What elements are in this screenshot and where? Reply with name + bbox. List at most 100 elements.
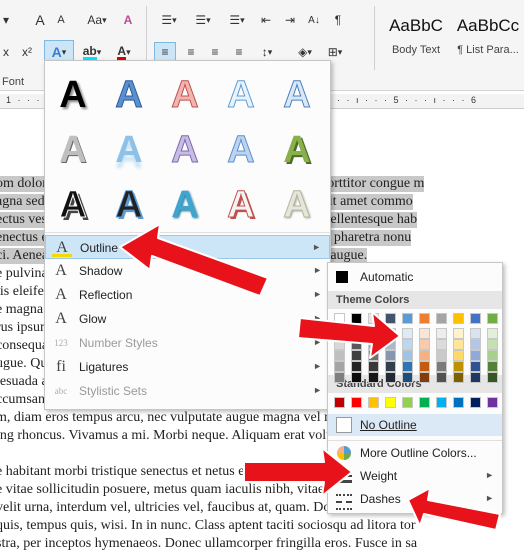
- theme-shade-swatch[interactable]: [487, 372, 498, 383]
- theme-shade-swatch[interactable]: [470, 350, 481, 361]
- standard-color-swatch[interactable]: [470, 397, 481, 408]
- menu-item-stylistic-sets[interactable]: abc Stylistic Sets ►: [45, 379, 330, 403]
- theme-shade-swatch[interactable]: [385, 350, 396, 361]
- bullets-icon[interactable]: ☰ ▾: [156, 10, 182, 30]
- theme-shade-swatch[interactable]: [436, 350, 447, 361]
- align-center-icon[interactable]: ≡: [180, 42, 202, 62]
- text-effect-preset[interactable]: A: [219, 183, 263, 227]
- theme-color-swatch[interactable]: [419, 313, 430, 324]
- shading-icon[interactable]: ◈ ▾: [292, 42, 318, 62]
- theme-color-swatch[interactable]: [385, 313, 396, 324]
- superscript-button[interactable]: x²: [16, 42, 38, 62]
- document-line[interactable]: quis, tempus quis, wisi. In in nunc. Cla…: [0, 518, 416, 534]
- align-right-icon[interactable]: ≡: [204, 42, 226, 62]
- standard-color-swatch[interactable]: [368, 397, 379, 408]
- theme-shade-swatch[interactable]: [351, 372, 362, 383]
- theme-color-swatch[interactable]: [487, 313, 498, 324]
- theme-shade-swatch[interactable]: [453, 328, 464, 339]
- theme-shade-swatch[interactable]: [334, 361, 345, 372]
- theme-color-swatch[interactable]: [368, 313, 379, 324]
- theme-shade-swatch[interactable]: [385, 361, 396, 372]
- weight-option[interactable]: Weight ►: [328, 465, 502, 487]
- theme-color-swatch[interactable]: [402, 313, 413, 324]
- theme-shade-swatch[interactable]: [334, 372, 345, 383]
- align-left-icon[interactable]: ≡: [154, 42, 176, 62]
- menu-item-number-styles[interactable]: 123 Number Styles ►: [45, 331, 330, 355]
- theme-color-swatch[interactable]: [470, 313, 481, 324]
- theme-color-swatch[interactable]: [334, 313, 345, 324]
- theme-shade-swatch[interactable]: [334, 328, 345, 339]
- automatic-option[interactable]: Automatic: [328, 266, 502, 288]
- theme-shade-swatch[interactable]: [351, 350, 362, 361]
- text-effect-preset[interactable]: A: [275, 183, 319, 227]
- theme-shade-swatch[interactable]: [487, 328, 498, 339]
- numbering-icon[interactable]: ☰ ▾: [190, 10, 216, 30]
- theme-shade-swatch[interactable]: [351, 361, 362, 372]
- text-effect-preset[interactable]: A: [219, 128, 263, 172]
- font-name-dropdown-arrow[interactable]: ▾: [0, 10, 12, 30]
- theme-shade-swatch[interactable]: [419, 328, 430, 339]
- theme-shade-swatch[interactable]: [334, 350, 345, 361]
- grow-font-icon[interactable]: A: [30, 10, 50, 30]
- theme-shade-swatch[interactable]: [436, 339, 447, 350]
- text-effect-preset[interactable]: A: [163, 73, 207, 117]
- standard-color-swatch[interactable]: [351, 397, 362, 408]
- show-formatting-icon[interactable]: ¶: [328, 10, 348, 30]
- clear-formatting-icon[interactable]: A: [118, 10, 138, 30]
- theme-shade-swatch[interactable]: [419, 372, 430, 383]
- standard-color-swatch[interactable]: [453, 397, 464, 408]
- theme-shade-swatch[interactable]: [368, 350, 379, 361]
- text-effect-preset[interactable]: A: [275, 128, 319, 172]
- menu-item-ligatures[interactable]: fi Ligatures ►: [45, 355, 330, 379]
- theme-shade-swatch[interactable]: [487, 350, 498, 361]
- text-effect-preset[interactable]: A: [51, 128, 95, 172]
- borders-icon[interactable]: ⊞ ▾: [322, 42, 348, 62]
- line-spacing-icon[interactable]: ↕ ▾: [254, 42, 280, 62]
- text-effect-preset[interactable]: A: [275, 73, 319, 117]
- theme-shade-swatch[interactable]: [402, 361, 413, 372]
- theme-shade-swatch[interactable]: [470, 372, 481, 383]
- text-effect-preset[interactable]: A: [107, 73, 151, 117]
- menu-item-glow[interactable]: A Glow ►: [45, 307, 330, 331]
- style-list-paragraph[interactable]: AaBbCc ¶ List Para...: [454, 8, 522, 66]
- standard-color-swatch[interactable]: [402, 397, 413, 408]
- theme-shade-swatch[interactable]: [368, 361, 379, 372]
- theme-shade-swatch[interactable]: [334, 339, 345, 350]
- multilevel-list-icon[interactable]: ☰ ▾: [224, 10, 250, 30]
- theme-color-swatch[interactable]: [436, 313, 447, 324]
- theme-shade-swatch[interactable]: [368, 328, 379, 339]
- theme-shade-swatch[interactable]: [419, 350, 430, 361]
- text-effect-preset[interactable]: A: [107, 183, 151, 227]
- shrink-font-icon[interactable]: A: [52, 10, 70, 30]
- theme-shade-swatch[interactable]: [385, 339, 396, 350]
- style-body-text[interactable]: AaBbC Body Text: [382, 8, 450, 66]
- standard-color-swatch[interactable]: [419, 397, 430, 408]
- theme-shade-swatch[interactable]: [453, 339, 464, 350]
- document-line[interactable]: stra, per inceptos hymenaeos. Donec ulla…: [0, 536, 417, 552]
- theme-shade-swatch[interactable]: [436, 361, 447, 372]
- menu-item-reflection[interactable]: A Reflection ►: [45, 283, 330, 307]
- text-effect-preset[interactable]: A: [163, 183, 207, 227]
- theme-shade-swatch[interactable]: [385, 328, 396, 339]
- theme-shade-swatch[interactable]: [351, 339, 362, 350]
- standard-color-swatch[interactable]: [436, 397, 447, 408]
- more-outline-colors-option[interactable]: More Outline Colors...: [328, 442, 502, 464]
- standard-color-swatch[interactable]: [334, 397, 345, 408]
- theme-shade-swatch[interactable]: [470, 339, 481, 350]
- theme-shade-swatch[interactable]: [368, 339, 379, 350]
- change-case-button[interactable]: Aa ▾: [80, 10, 114, 30]
- theme-color-swatch[interactable]: [453, 313, 464, 324]
- theme-shade-swatch[interactable]: [402, 328, 413, 339]
- text-effect-preset[interactable]: A: [219, 73, 263, 117]
- text-effect-preset[interactable]: A: [163, 128, 207, 172]
- no-outline-option[interactable]: No Outline: [328, 414, 502, 436]
- theme-shade-swatch[interactable]: [453, 361, 464, 372]
- theme-shade-swatch[interactable]: [436, 328, 447, 339]
- theme-shade-swatch[interactable]: [368, 372, 379, 383]
- theme-color-swatch[interactable]: [351, 313, 362, 324]
- highlight-color-button[interactable]: ab ▾: [78, 42, 106, 62]
- text-effect-preset[interactable]: A: [107, 128, 151, 172]
- standard-color-swatch[interactable]: [487, 397, 498, 408]
- theme-shade-swatch[interactable]: [470, 361, 481, 372]
- theme-shade-swatch[interactable]: [419, 339, 430, 350]
